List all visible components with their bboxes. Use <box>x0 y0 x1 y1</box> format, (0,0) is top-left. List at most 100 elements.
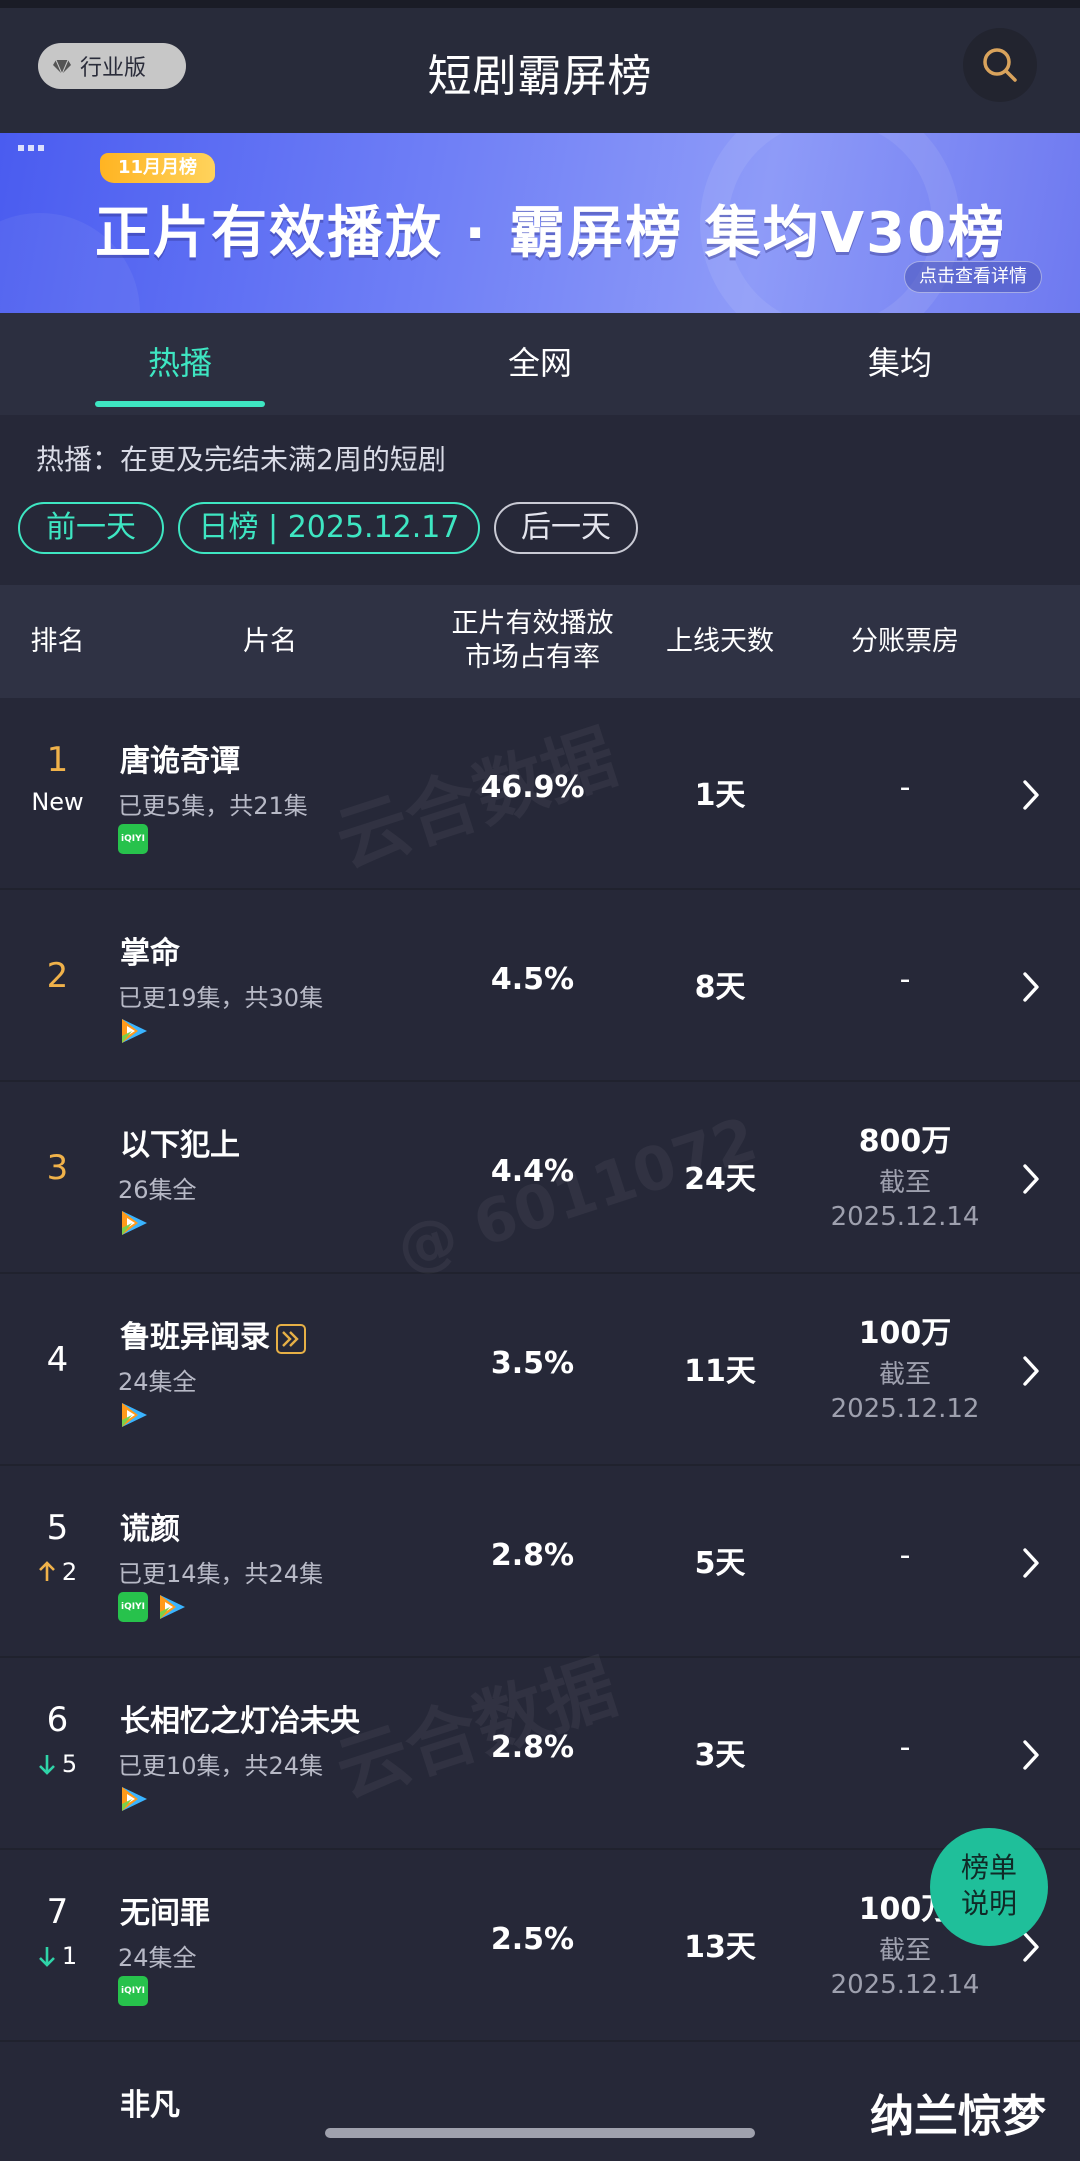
home-indicator[interactable] <box>325 2128 755 2138</box>
search-icon <box>983 48 1017 82</box>
market-share: 4.5% <box>490 962 575 997</box>
rank-number: 5 <box>46 1508 69 1548</box>
search-button[interactable] <box>963 28 1037 102</box>
view-details-button[interactable]: 点击查看详情 <box>904 261 1042 293</box>
box-office-value: - <box>899 1538 911 1573</box>
days-online: 13天 <box>684 1930 756 1965</box>
list-explanation-button[interactable]: 榜单 说明 <box>930 1828 1048 1946</box>
episode-status: 24集全 <box>118 1368 197 1396</box>
banner-dots <box>18 145 44 151</box>
platform-icons <box>118 1400 150 1430</box>
box-office-note-date: 2025.12.12 <box>830 1394 980 1424</box>
days-online: 1天 <box>694 778 746 813</box>
episode-status: 26集全 <box>118 1176 197 1204</box>
drama-title-text: 唐诡奇谭 <box>120 744 240 779</box>
chevron-right-icon[interactable] <box>1018 1546 1044 1580</box>
author-tag: 纳兰惊梦 <box>870 2091 1046 2142</box>
rank-down-icon <box>38 1755 55 1775</box>
rank-down-icon <box>38 1947 55 1967</box>
box-office-note-date: 2025.12.14 <box>830 1202 980 1232</box>
chevron-right-icon[interactable] <box>1018 1738 1044 1772</box>
rank-change-value: 2 <box>61 1558 78 1586</box>
platform-icons <box>118 1016 150 1046</box>
box-office-note-date: 2025.12.14 <box>830 1970 980 2000</box>
page-title: 短剧霸屏榜 <box>427 51 653 102</box>
table-row[interactable]: 4 鲁班异闻录 24集全 3.5% 11天 100万 截至 2025.12.12 <box>0 1274 1080 1466</box>
tencent-video-icon <box>122 1787 147 1811</box>
rank-up-icon <box>38 1561 55 1581</box>
fab-label-line2: 说明 <box>960 1887 1017 1920</box>
chevron-right-icon[interactable] <box>1018 1354 1044 1388</box>
exclusive-tag-icon <box>276 1323 306 1354</box>
days-online: 5天 <box>694 1546 746 1581</box>
rank-change: 1 <box>0 1942 115 1970</box>
promo-banner[interactable]: 11月月榜 正片有效播放 · 霸屏榜 集均V30榜 点击查看详情 <box>0 133 1080 313</box>
episode-status: 已更5集，共21集 <box>118 792 308 820</box>
platform-icons: iQIYI <box>118 1976 148 2006</box>
tencent-video-icon <box>122 1403 147 1427</box>
days-online: 3天 <box>694 1738 746 1773</box>
platform-icons <box>118 1208 150 1238</box>
tab-hot[interactable]: 热播 <box>80 313 280 415</box>
top-bar: 行业版 短剧霸屏榜 <box>0 0 1080 133</box>
table-row[interactable]: 7 1 无间罪 24集全 iQIYI 2.5% 13天 100万 截至 2025.12.14 <box>0 1850 1080 2042</box>
date-selector[interactable]: 日榜 | 2025.12.17 <box>178 502 480 554</box>
rank-number: 6 <box>46 1700 69 1740</box>
box-office-note-label: 截至 <box>878 1168 931 1198</box>
drama-title-text: 以下犯上 <box>120 1128 240 1163</box>
tab-bar: 热播 全网 集均 <box>0 313 1080 415</box>
episode-status: 已更19集，共30集 <box>118 984 324 1012</box>
drama-title-text: 无间罪 <box>120 1896 210 1931</box>
rank-number: 3 <box>46 1148 69 1188</box>
tencent-video-icon <box>122 1211 147 1235</box>
header-box-office: 分账票房 <box>851 626 959 657</box>
tencent-video-icon <box>160 1595 185 1619</box>
rank-number: 2 <box>46 956 69 996</box>
rank-change-value: 5 <box>61 1750 78 1778</box>
month-tag: 11月月榜 <box>100 153 216 183</box>
tab-per-episode[interactable]: 集均 <box>800 313 1000 415</box>
rank-change-value: 1 <box>61 1942 78 1970</box>
header-title: 片名 <box>243 626 297 657</box>
drama-title[interactable]: 谎颜 <box>120 1504 180 1548</box>
iqiyi-icon: iQIYI <box>118 1976 148 2006</box>
drama-title-text: 谎颜 <box>120 1512 180 1547</box>
drama-title-text: 掌命 <box>120 936 180 971</box>
status-strip <box>0 0 1080 8</box>
header-rank: 排名 <box>30 626 85 657</box>
table-row[interactable]: 5 2 谎颜已更14集，共24集 iQIYI 2.8% 5天 - <box>0 1466 1080 1658</box>
prev-day-button[interactable]: 前一天 <box>18 502 164 554</box>
next-day-button[interactable]: 后一天 <box>494 502 638 554</box>
episode-status: 已更10集，共24集 <box>118 1752 324 1780</box>
rank-number: 4 <box>46 1340 69 1380</box>
chevron-right-icon[interactable] <box>1018 970 1044 1004</box>
episode-status: 已更14集，共24集 <box>118 1560 324 1588</box>
box-office-note-label: 截至 <box>878 1360 931 1390</box>
table-row[interactable]: 2 掌命 已更19集，共30集 4.5% 8天 - <box>0 890 1080 1082</box>
tab-all-network[interactable]: 全网 <box>440 313 640 415</box>
days-online: 11天 <box>684 1354 756 1389</box>
header-share-line2: 市场占有率 <box>465 642 600 673</box>
drama-title[interactable]: 以下犯上 <box>120 1120 240 1164</box>
market-share: 3.5% <box>490 1346 575 1381</box>
iqiyi-icon: iQIYI <box>118 824 148 854</box>
active-tab-indicator <box>95 401 265 407</box>
box-office-value: - <box>899 962 911 997</box>
iqiyi-icon: iQIYI <box>118 1592 148 1622</box>
drama-title[interactable]: 无间罪 <box>120 1888 210 1932</box>
rank-new-label: New <box>31 788 84 816</box>
chevron-right-icon[interactable] <box>1018 1162 1044 1196</box>
drama-title[interactable]: 非凡 <box>120 2080 180 2124</box>
market-share: 2.8% <box>490 1538 575 1573</box>
drama-title-text: 鲁班异闻录 <box>120 1320 270 1355</box>
fab-label-line1: 榜单 <box>960 1851 1017 1884</box>
platform-icons: iQIYI <box>118 824 148 854</box>
drama-title[interactable]: 掌命 <box>120 928 180 972</box>
drama-title[interactable]: 唐诡奇谭 <box>120 736 240 780</box>
platform-icons <box>118 1784 150 1814</box>
drama-title[interactable]: 鲁班异闻录 <box>120 1312 306 1356</box>
table-header: 排名 片名 正片有效播放 市场占有率 上线天数 分账票房 <box>0 585 1080 698</box>
chevron-right-icon[interactable] <box>1018 778 1044 812</box>
header-share-line1: 正片有效播放 <box>451 608 614 639</box>
box-office-value: - <box>899 1730 911 1765</box>
